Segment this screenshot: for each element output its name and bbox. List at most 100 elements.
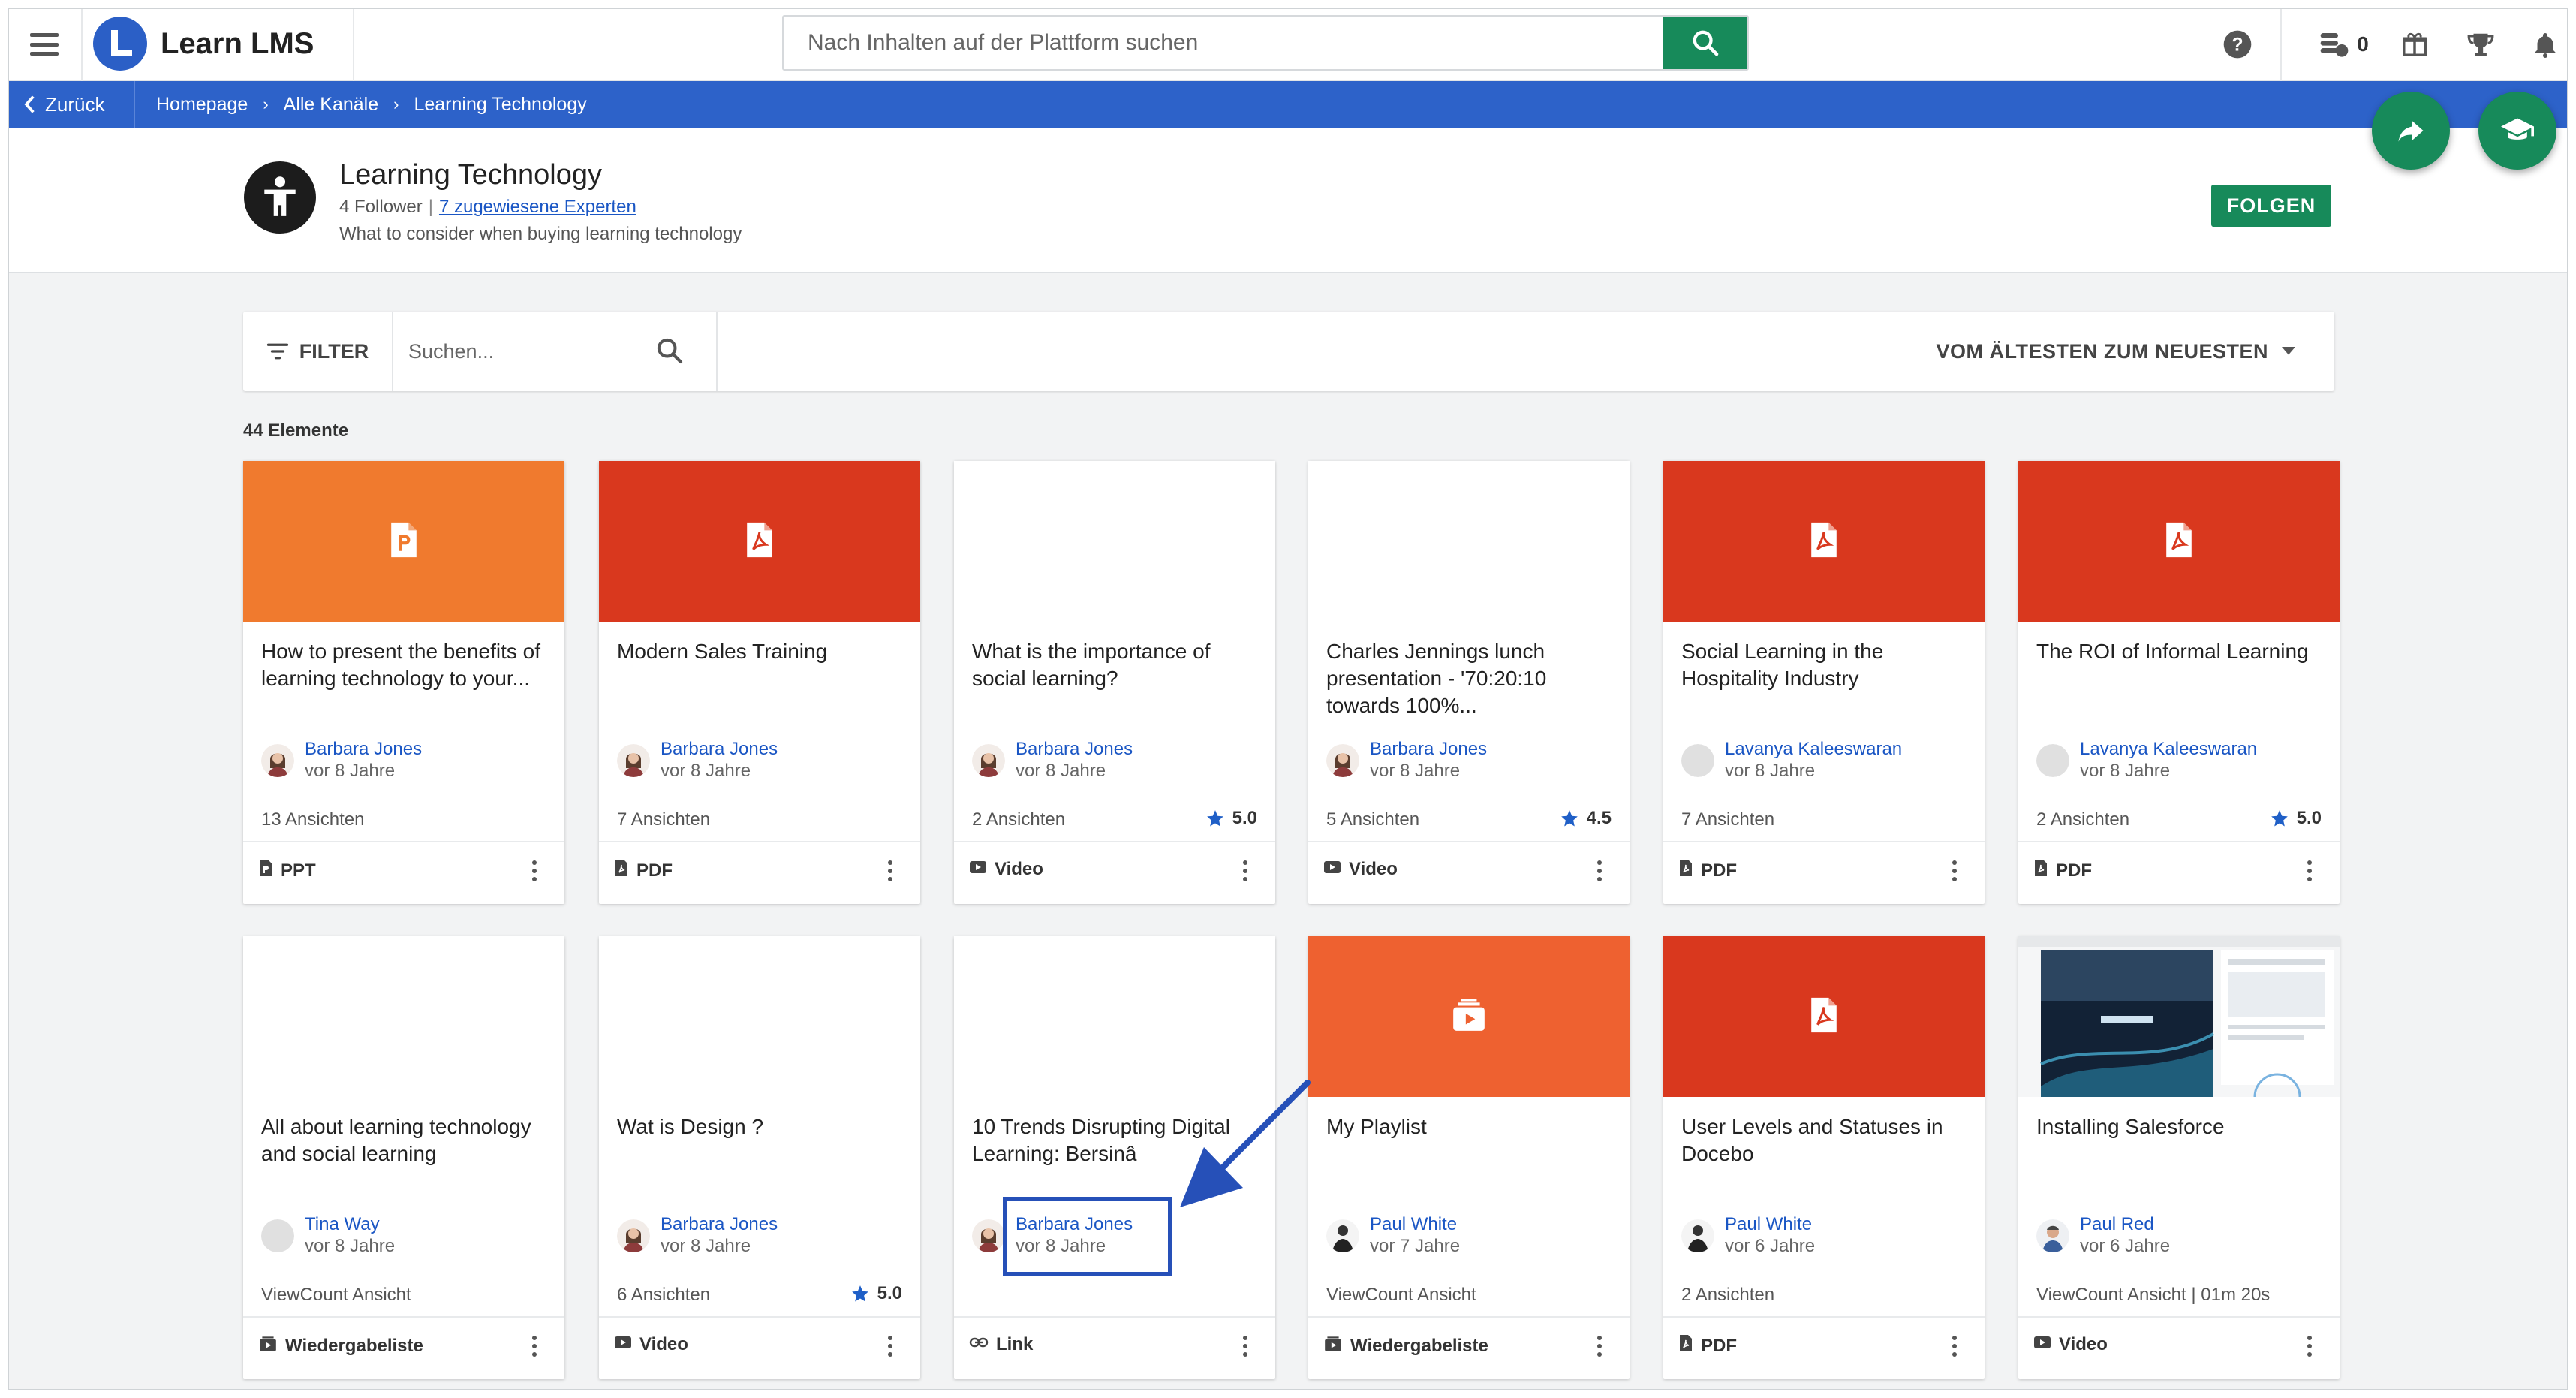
author-name[interactable]: Tina Way <box>305 1214 395 1235</box>
author-name[interactable]: Paul White <box>1370 1214 1460 1235</box>
card-thumbnail[interactable] <box>243 936 564 1097</box>
rating: 5.0 <box>2270 808 2322 829</box>
author-info: Barbara Jones vor 8 Jahre <box>305 739 422 782</box>
author-name[interactable]: Paul White <box>1725 1214 1815 1235</box>
follow-button[interactable]: FOLGEN <box>2211 185 2331 227</box>
filter-button[interactable]: FILTER <box>243 312 393 391</box>
card-title[interactable]: Wat is Design ? <box>617 1113 902 1140</box>
card-title[interactable]: Charles Jennings lunch presentation - '7… <box>1326 638 1612 719</box>
author-name[interactable]: Lavanya Kaleeswaran <box>1725 739 1902 760</box>
card-thumbnail[interactable] <box>599 461 920 622</box>
author-name[interactable]: Paul Red <box>2080 1214 2170 1235</box>
avatar <box>1326 1219 1359 1252</box>
back-button[interactable]: Zurück <box>23 81 104 128</box>
app-logo[interactable]: Learn LMS <box>93 17 314 71</box>
view-count: 2 Ansichten <box>2036 809 2130 830</box>
more-options-icon[interactable] <box>1236 856 1254 886</box>
author-name[interactable]: Barbara Jones <box>661 739 778 760</box>
card-thumbnail[interactable] <box>954 936 1275 1097</box>
content-card[interactable]: Wat is Design ? Barbara Jones vor 8 Jahre 6… <box>599 936 920 1379</box>
more-options-icon[interactable] <box>881 856 899 886</box>
more-options-icon[interactable] <box>2301 1331 2319 1361</box>
content-card[interactable]: The ROI of Informal Learning Lavanya Kale… <box>2018 461 2340 904</box>
breadcrumb-homepage[interactable]: Homepage <box>156 94 248 116</box>
card-title[interactable]: My Playlist <box>1326 1113 1612 1140</box>
bell-icon[interactable] <box>2526 26 2564 63</box>
content-card[interactable]: My Playlist Paul White vor 7 Jahre ViewCoun… <box>1308 936 1630 1379</box>
avatar <box>972 1219 1005 1252</box>
card-title[interactable]: What is the importance of social learnin… <box>972 638 1257 692</box>
author-name[interactable]: Barbara Jones <box>1016 739 1133 760</box>
breadcrumb-all-channels[interactable]: Alle Kanäle <box>284 94 378 116</box>
breadcrumb-current: Learning Technology <box>414 93 587 115</box>
sort-dropdown[interactable]: VOM ÄLTESTEN ZUM NEUESTEN <box>1936 312 2295 391</box>
author-name[interactable]: Barbara Jones <box>661 1214 778 1235</box>
author-info: Barbara Jones vor 8 Jahre <box>1370 739 1487 782</box>
coins-counter[interactable]: 0 <box>2313 26 2373 63</box>
author-name[interactable]: Lavanya Kaleeswaran <box>2080 739 2257 760</box>
content-card[interactable]: Social Learning in the Hospitality Indus… <box>1663 461 1985 904</box>
content-card[interactable]: All about learning technology and social… <box>243 936 564 1379</box>
card-thumbnail[interactable] <box>1308 936 1630 1097</box>
card-thumbnail[interactable] <box>243 461 564 622</box>
item-count: 44 Elemente <box>243 420 349 441</box>
card-author: Paul Red vor 6 Jahre <box>2036 1214 2170 1258</box>
content-card[interactable]: Charles Jennings lunch presentation - '7… <box>1308 461 1630 904</box>
card-thumbnail[interactable] <box>1308 461 1630 622</box>
content-type-label: Video <box>995 859 1043 879</box>
global-search-input[interactable] <box>785 18 1656 68</box>
card-title[interactable]: Modern Sales Training <box>617 638 902 665</box>
avatar <box>1681 744 1714 777</box>
avatar <box>2036 744 2069 777</box>
card-thumbnail[interactable] <box>599 936 920 1097</box>
publish-date: vor 8 Jahre <box>305 1236 396 1256</box>
author-info: Paul White vor 7 Jahre <box>1370 1214 1460 1258</box>
content-card[interactable]: Modern Sales Training Barbara Jones vor 8 … <box>599 461 920 904</box>
more-options-icon[interactable] <box>1946 1331 1964 1361</box>
more-options-icon[interactable] <box>1590 1331 1608 1361</box>
content-card[interactable]: How to present the benefits of learning … <box>243 461 564 904</box>
more-options-icon[interactable] <box>2301 856 2319 886</box>
author-name[interactable]: Barbara Jones <box>1370 739 1487 760</box>
gift-icon[interactable] <box>2396 26 2433 63</box>
card-title[interactable]: User Levels and Statuses in Docebo <box>1681 1113 1967 1168</box>
card-thumbnail[interactable] <box>2018 936 2340 1097</box>
author-info: Barbara Jones vor 8 Jahre <box>661 1214 778 1258</box>
content-type: Link <box>969 1334 1033 1355</box>
chevron-left-icon <box>24 95 35 113</box>
more-options-icon[interactable] <box>1946 856 1964 886</box>
card-title[interactable]: The ROI of Informal Learning <box>2036 638 2322 665</box>
pdf-file-icon <box>744 520 775 563</box>
annotation-arrow-icon <box>1180 1080 1311 1207</box>
more-options-icon[interactable] <box>881 1331 899 1361</box>
divider <box>1308 841 1630 842</box>
card-thumbnail[interactable] <box>2018 461 2340 622</box>
more-options-icon[interactable] <box>1590 856 1608 886</box>
pdf-file-icon <box>1678 859 1693 882</box>
card-title[interactable]: All about learning technology and social… <box>261 1113 546 1168</box>
more-options-icon[interactable] <box>1236 1331 1254 1361</box>
content-card[interactable]: User Levels and Statuses in Docebo Paul W… <box>1663 936 1985 1379</box>
more-options-icon[interactable] <box>525 1331 543 1361</box>
card-thumbnail[interactable] <box>954 461 1275 622</box>
card-thumbnail[interactable] <box>1663 936 1985 1097</box>
search-icon[interactable] <box>655 336 685 366</box>
more-options-icon[interactable] <box>525 856 543 886</box>
card-title[interactable]: How to present the benefits of learning … <box>261 638 546 692</box>
search-icon <box>1693 30 1719 56</box>
experts-link[interactable]: 7 zugewiesene Experten <box>439 197 636 218</box>
card-thumbnail[interactable] <box>1663 461 1985 622</box>
learning-plan-button[interactable] <box>2478 92 2556 170</box>
divider <box>243 1316 564 1318</box>
menu-icon[interactable] <box>26 27 63 62</box>
content-search-input[interactable] <box>408 330 633 373</box>
author-name[interactable]: Barbara Jones <box>305 739 422 760</box>
content-card[interactable]: Installing Salesforce Paul Red vor 6 Jahre… <box>2018 936 2340 1379</box>
trophy-icon[interactable] <box>2462 26 2499 63</box>
card-title[interactable]: Social Learning in the Hospitality Indus… <box>1681 638 1967 692</box>
search-button[interactable] <box>1663 17 1747 69</box>
help-icon[interactable]: ? <box>2219 26 2256 63</box>
share-button[interactable] <box>2372 92 2450 170</box>
content-card[interactable]: What is the importance of social learnin… <box>954 461 1275 904</box>
card-title[interactable]: Installing Salesforce <box>2036 1113 2322 1140</box>
